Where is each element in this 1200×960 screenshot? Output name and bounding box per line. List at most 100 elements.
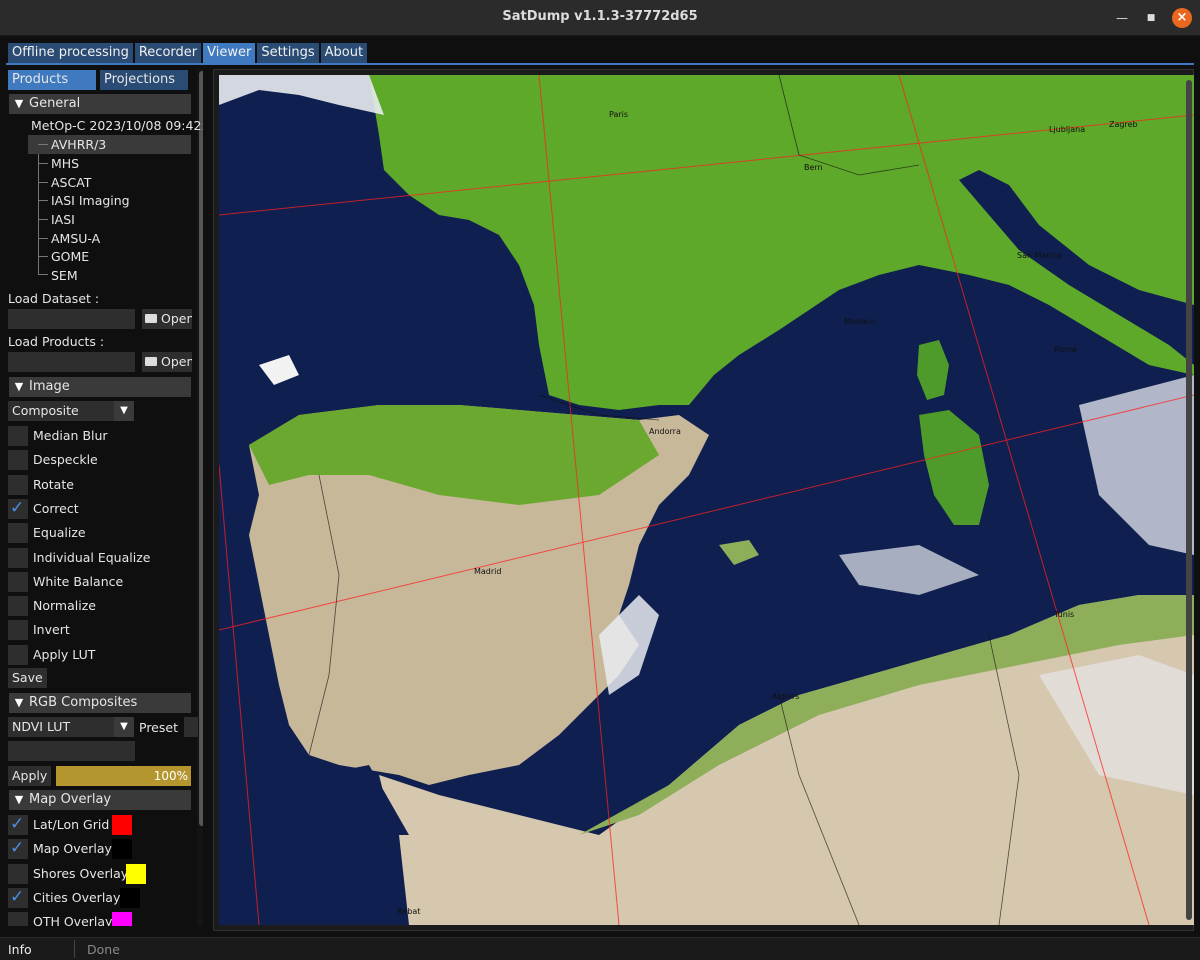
color-swatch[interactable] <box>112 839 132 860</box>
rgb-composites-header[interactable]: ▼ RGB Composites <box>9 693 191 713</box>
image-header[interactable]: ▼ Image <box>9 377 191 397</box>
color-swatch[interactable] <box>120 887 140 908</box>
status-bar: Info Done <box>0 937 1200 960</box>
checkbox[interactable] <box>8 426 28 446</box>
image-option-apply-lut[interactable]: Apply LUT <box>8 644 193 665</box>
tree-item-mhs[interactable]: MHS <box>28 154 191 173</box>
checkbox-label: Normalize <box>33 598 96 614</box>
tree-item-sem[interactable]: SEM <box>28 266 191 285</box>
tree-item-iasi-imaging[interactable]: IASI Imaging <box>28 191 191 210</box>
overlay-option-shores-overlay[interactable]: Shores Overlay <box>8 863 128 884</box>
general-header[interactable]: ▼ General <box>9 94 191 114</box>
checkbox[interactable] <box>8 571 28 592</box>
tree-tick <box>38 182 48 183</box>
image-option-despeckle[interactable]: Despeckle <box>8 450 193 471</box>
minimize-icon[interactable]: — <box>1113 9 1131 27</box>
viewer-sidebar: Products Projections ▼ General MetOp-C 20… <box>6 69 203 926</box>
tree-item-avhrr[interactable]: AVHRR/3 <box>28 135 191 154</box>
checkbox-label: Map Overlay <box>33 841 112 857</box>
save-button[interactable]: Save <box>8 668 47 688</box>
chevron-down-icon: ▼ <box>114 401 134 421</box>
city-label: Zagreb <box>1109 120 1138 129</box>
tree-tick <box>38 200 48 201</box>
collapse-arrow-icon: ▼ <box>14 793 24 806</box>
checkbox[interactable] <box>8 814 28 835</box>
tab-about[interactable]: About <box>320 43 368 63</box>
load-products-input[interactable] <box>8 352 135 372</box>
image-option-normalize[interactable]: Normalize <box>8 596 193 617</box>
checkbox-label: Median Blur <box>33 428 108 443</box>
checkbox[interactable] <box>8 644 28 665</box>
checkbox[interactable] <box>8 547 28 568</box>
image-mode-select[interactable]: Composite ▼ <box>8 401 134 421</box>
tab-viewer[interactable]: Viewer <box>203 43 256 63</box>
tab-settings[interactable]: Settings <box>257 43 319 63</box>
composite-expression-input[interactable] <box>8 741 135 761</box>
checkbox[interactable] <box>8 474 28 495</box>
checkbox[interactable] <box>8 596 28 617</box>
tree-item-amsu-a[interactable]: AMSU-A <box>28 229 191 248</box>
checkbox[interactable] <box>8 498 28 519</box>
satellite-image[interactable]: Paris Bern Ljubljana Zagreb San Marino Monaco… <box>219 75 1194 925</box>
color-swatch[interactable] <box>112 912 132 926</box>
checkbox-label: Lat/Lon Grid <box>33 817 110 832</box>
close-icon[interactable]: × <box>1172 8 1192 28</box>
viewer-scrollbar[interactable] <box>1186 80 1192 920</box>
color-swatch[interactable] <box>126 863 146 884</box>
checkbox[interactable] <box>8 450 28 471</box>
image-option-invert[interactable]: Invert <box>8 620 193 641</box>
load-dataset-input[interactable] <box>8 309 135 329</box>
image-option-rotate[interactable]: Rotate <box>8 474 193 495</box>
checkbox[interactable] <box>8 523 28 544</box>
checkbox[interactable] <box>8 620 28 641</box>
city-label: Bern <box>804 163 823 172</box>
tree-item-gome[interactable]: GOME <box>28 247 191 266</box>
tab-offline-processing[interactable]: Offline processing <box>8 43 133 63</box>
map-overlay-header[interactable]: ▼ Map Overlay <box>9 790 191 810</box>
folder-icon <box>145 314 157 323</box>
collapse-arrow-icon: ▼ <box>14 97 24 110</box>
apply-button[interactable]: Apply <box>8 766 52 786</box>
composite-select[interactable]: NDVI LUT ▼ <box>8 717 134 737</box>
checkbox-label: Individual Equalize <box>33 549 151 565</box>
tab-products[interactable]: Products <box>8 70 96 90</box>
overlay-option-lat-lon-grid[interactable]: Lat/Lon Grid <box>8 814 110 835</box>
overlay-option-cities-overlay[interactable]: Cities Overlay <box>8 887 120 908</box>
checkbox[interactable] <box>8 838 28 860</box>
collapse-arrow-icon: ▼ <box>14 696 24 709</box>
checkbox-label: Despeckle <box>33 452 98 468</box>
sidebar-scrollbar[interactable] <box>199 71 203 826</box>
checkbox[interactable] <box>8 887 28 908</box>
image-mode-value: Composite <box>12 403 79 418</box>
image-header-label: Image <box>29 379 70 394</box>
color-swatch[interactable] <box>112 815 132 835</box>
checkbox[interactable] <box>8 863 28 884</box>
open-products-button[interactable]: Open <box>142 352 192 372</box>
overlay-option-qth-overlay[interactable]: QTH Overlay <box>8 912 112 926</box>
tree-item-iasi[interactable]: IASI <box>28 210 191 229</box>
checkbox[interactable] <box>8 912 28 926</box>
tree-root-dataset[interactable]: MetOp-C 2023/10/08 09:42: <box>31 118 203 133</box>
open-dataset-label: Open <box>161 311 192 326</box>
preset-select[interactable] <box>184 717 198 737</box>
checkbox-label: Apply LUT <box>33 646 96 662</box>
tab-recorder[interactable]: Recorder <box>134 43 202 63</box>
image-option-median-blur[interactable]: Median Blur <box>8 426 193 446</box>
image-option-white-balance[interactable]: White Balance <box>8 571 193 592</box>
tree-tick <box>38 144 48 145</box>
tree-tick <box>38 238 48 239</box>
image-option-correct[interactable]: Correct <box>8 498 193 519</box>
tree-item-ascat[interactable]: ASCAT <box>28 173 191 192</box>
rgb-composites-header-label: RGB Composites <box>29 695 138 710</box>
chevron-down-icon: ▼ <box>114 717 134 737</box>
city-label: Tunis <box>1054 610 1075 619</box>
maximize-icon[interactable]: ■ <box>1142 9 1160 27</box>
overlay-option-map-overlay[interactable]: Map Overlay <box>8 838 112 860</box>
open-dataset-button[interactable]: Open <box>142 309 192 329</box>
tab-projections[interactable]: Projections <box>100 70 188 90</box>
image-option-individual-equalize[interactable]: Individual Equalize <box>8 547 193 568</box>
open-products-label: Open <box>161 354 192 369</box>
checkbox-label: Invert <box>33 622 70 638</box>
image-option-equalize[interactable]: Equalize <box>8 523 193 544</box>
tree-tick <box>38 219 48 220</box>
